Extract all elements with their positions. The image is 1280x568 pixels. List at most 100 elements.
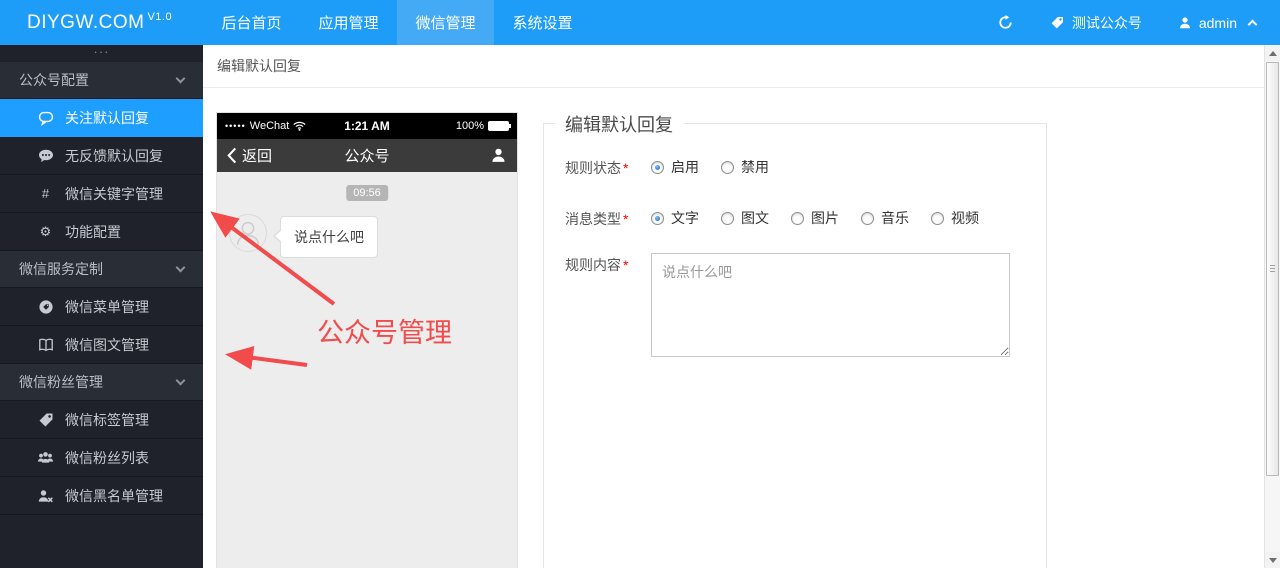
book-open-icon [37,337,54,353]
chevron-down-icon [175,375,186,385]
sidebar-item-fans-list[interactable]: 微信粉丝列表 [0,439,203,477]
radio-video[interactable]: 视频 [931,208,979,228]
sidebar-group-label: 公众号配置 [19,72,89,88]
radio-image[interactable]: 图片 [791,208,839,228]
nav-tab-system[interactable]: 系统设置 [494,0,591,45]
chat-timestamp: 09:56 [346,185,388,201]
comment-dots-icon [37,148,54,164]
triangle-down-icon [1268,557,1277,563]
message-type-row: 消息类型 * 文字 图文 图片 音乐 视频 [565,207,1022,229]
sidebar: ··· 公众号配置 关注默认回复 无反馈默认回复 # 微信关键字管理 ⚙ 功能配… [0,45,203,568]
header-right: 测试公众号 admin [998,0,1280,45]
panel-title: 编辑默认回复 [555,111,683,137]
gear-icon: ⚙ [39,223,52,239]
rule-content-textarea[interactable]: 说点什么吧 [651,253,1010,357]
sidebar-item-follow-reply[interactable]: 关注默认回复 [0,99,203,137]
sidebar-group-fans-manage[interactable]: 微信粉丝管理 [0,364,203,401]
required-mark: * [623,257,629,273]
nav-tab-home[interactable]: 后台首页 [203,0,300,45]
top-header: DIYGW.COM V1.0 后台首页 应用管理 微信管理 系统设置 测试公众号… [0,0,1280,45]
sidebar-collapse-icon[interactable]: ··· [0,45,203,62]
phone-back-label: 返回 [242,148,273,165]
logo-version: V1.0 [147,10,173,23]
triangle-up-icon [1268,50,1277,56]
nav-tab-label: 系统设置 [512,15,573,32]
signal-dots-icon: ••••• [225,121,246,131]
radio-circle-icon[interactable] [721,211,734,225]
radio-label: 图片 [811,210,839,226]
battery-percent: 100% [455,120,484,132]
field-label-text: 消息类型 [565,211,621,227]
chat-bubble: 说点什么吧 [273,216,378,258]
main-area: 编辑默认回复 ••••• WeChat 1:21 AM 100% 公众号 返回 … [203,45,1280,568]
message-type-label: 消息类型 * [565,207,651,229]
scrollbar-thumb[interactable] [1266,62,1279,476]
content: ••••• WeChat 1:21 AM 100% 公众号 返回 09:56 说… [203,89,1280,568]
chevron-down-icon [175,262,186,272]
refresh-icon [998,15,1013,30]
radio-label: 音乐 [881,210,909,226]
sidebar-item-no-feedback-reply[interactable]: 无反馈默认回复 [0,137,203,175]
official-account-button[interactable]: 测试公众号 [1049,13,1142,33]
menu-circle-icon [37,299,54,315]
sidebar-item-menu-manage[interactable]: 微信菜单管理 [0,288,203,326]
chevron-down-icon [175,73,186,83]
sidebar-group-label: 微信粉丝管理 [19,374,103,390]
sidebar-item-label: 微信图文管理 [65,336,149,353]
main-nav: 后台首页 应用管理 微信管理 系统设置 [203,0,591,45]
chat-message-row: 说点什么吧 [229,214,378,258]
radio-disable[interactable]: 禁用 [721,157,769,177]
chevron-up-icon [1247,19,1258,30]
rule-status-row: 规则状态 * 启用 禁用 [565,156,1022,178]
phone-nav-bar: 公众号 返回 [217,139,517,172]
username: admin [1198,14,1237,31]
sidebar-item-function-config[interactable]: ⚙ 功能配置 [0,213,203,251]
required-mark: * [623,160,629,176]
radio-label: 图文 [741,210,769,226]
radio-music[interactable]: 音乐 [861,208,909,228]
nav-tab-wechat[interactable]: 微信管理 [397,0,494,45]
logo-text: DIYGW.COM [27,11,145,33]
required-mark: * [623,211,629,227]
radio-circle-icon[interactable] [931,211,944,225]
sidebar-group-service-custom[interactable]: 微信服务定制 [0,251,203,288]
nav-tab-apps[interactable]: 应用管理 [300,0,397,45]
sidebar-item-label: 无反馈默认回复 [65,147,163,164]
sidebar-item-tag-manage[interactable]: 微信标签管理 [0,401,203,439]
phone-chat-area: 09:56 说点什么吧 [217,172,517,568]
refresh-button[interactable] [998,15,1013,30]
carrier-label: WeChat [249,120,290,132]
sidebar-group-label: 微信服务定制 [19,261,103,277]
rule-status-label: 规则状态 * [565,156,651,178]
sidebar-item-blacklist-manage[interactable]: 微信黑名单管理 [0,477,203,515]
rule-content-label: 规则内容 * [565,253,651,362]
sidebar-item-label: 微信菜单管理 [65,298,149,315]
sidebar-item-keyword-manage[interactable]: # 微信关键字管理 [0,175,203,213]
radio-circle-icon[interactable] [721,160,734,174]
radio-circle-icon[interactable] [651,160,664,174]
logo[interactable]: DIYGW.COM V1.0 [0,0,203,45]
vertical-scrollbar[interactable] [1264,45,1280,568]
field-label-text: 规则内容 [565,257,621,273]
radio-enable[interactable]: 启用 [651,157,699,177]
radio-text[interactable]: 文字 [651,208,699,228]
phone-time: 1:21 AM [344,119,390,133]
phone-status-bar: ••••• WeChat 1:21 AM 100% [217,113,517,139]
phone-status-left: ••••• WeChat [225,120,327,132]
user-menu[interactable]: admin [1178,14,1258,31]
radio-circle-icon[interactable] [791,211,804,225]
phone-preview: ••••• WeChat 1:21 AM 100% 公众号 返回 09:56 说… [216,112,518,568]
scroll-down-button[interactable] [1265,552,1280,568]
radio-article[interactable]: 图文 [721,208,769,228]
radio-label: 文字 [671,210,699,226]
rule-status-options: 启用 禁用 [651,156,769,178]
sidebar-item-article-manage[interactable]: 微信图文管理 [0,326,203,364]
scroll-up-button[interactable] [1265,45,1280,61]
radio-circle-icon[interactable] [861,211,874,225]
wifi-icon [293,121,306,131]
phone-status-right: 100% [407,120,511,132]
sidebar-group-account-config[interactable]: 公众号配置 [0,62,203,99]
radio-circle-icon[interactable] [651,211,664,225]
user-x-icon [37,488,54,504]
sidebar-item-label: 微信粉丝列表 [65,449,149,466]
